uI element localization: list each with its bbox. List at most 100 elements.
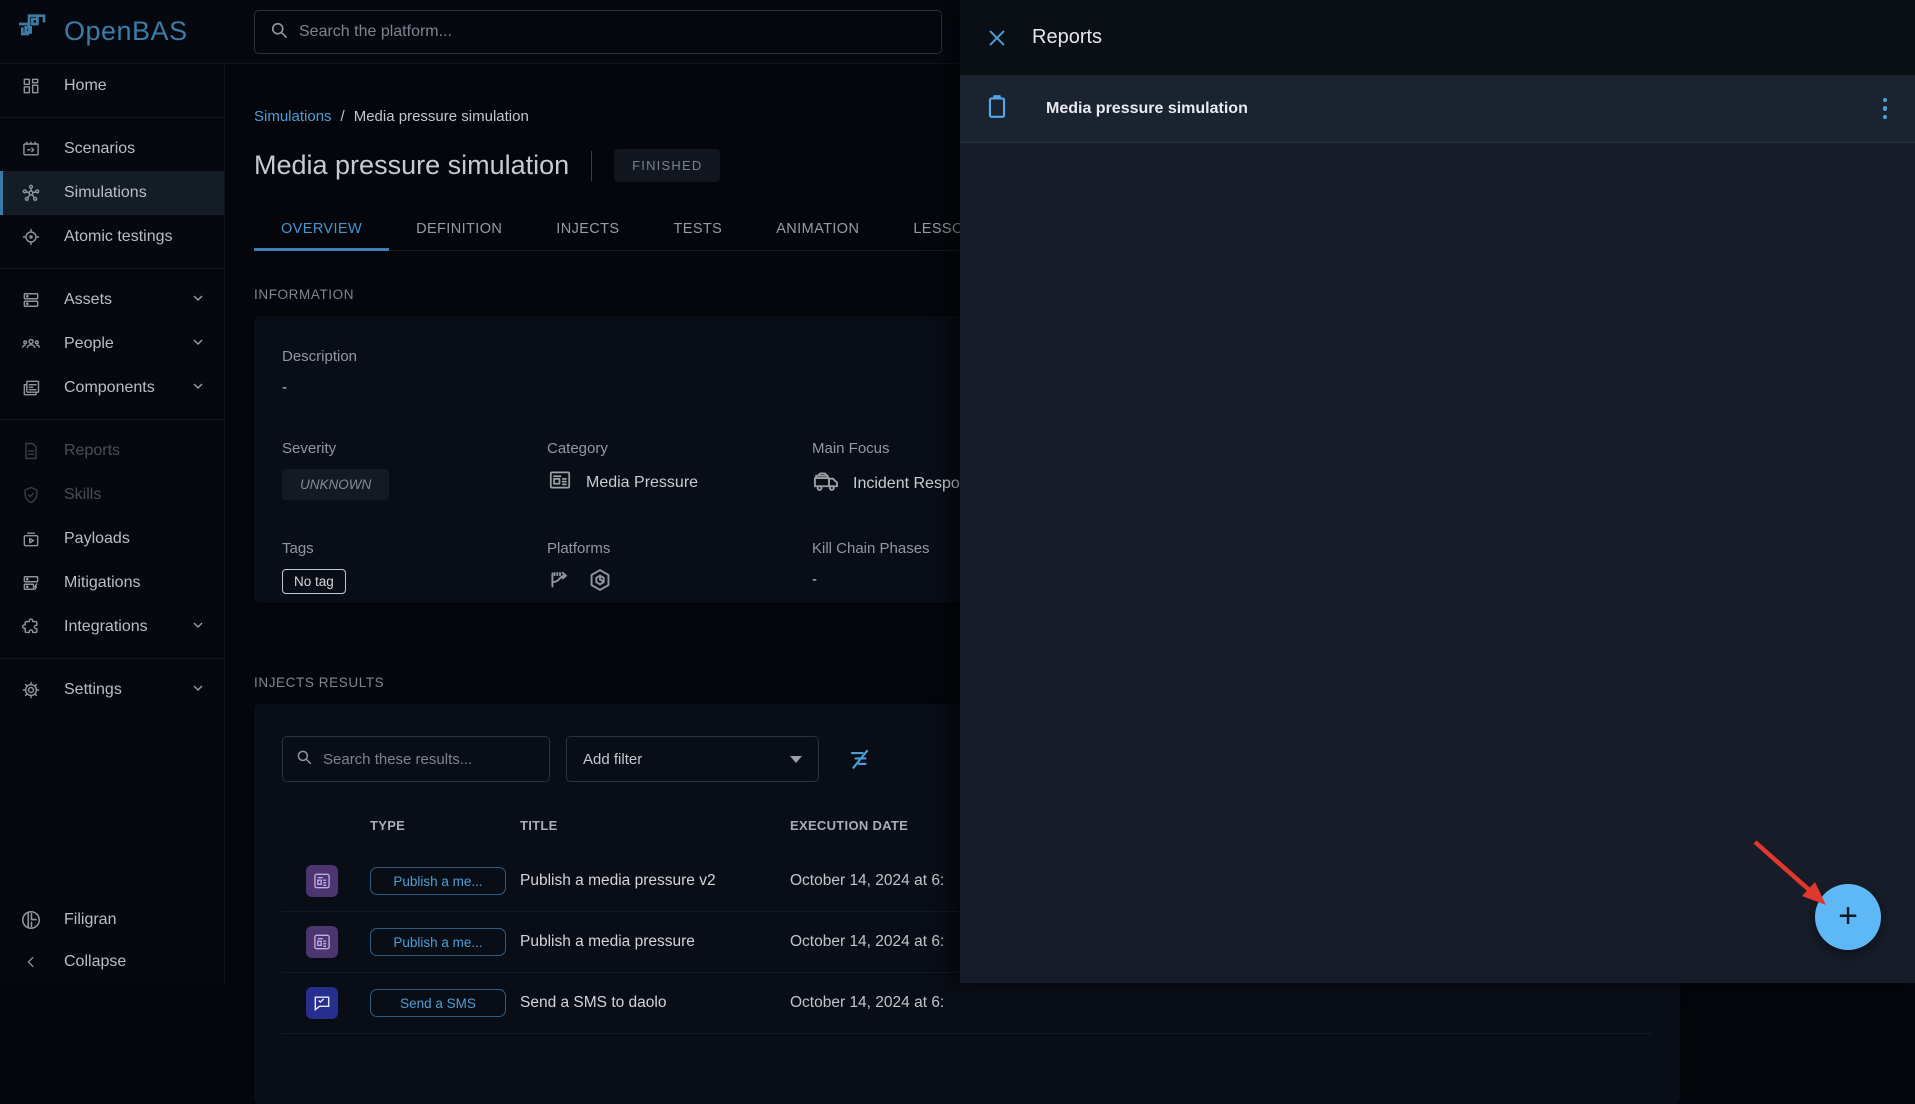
add-report-fab[interactable]: +: [1815, 884, 1881, 950]
sidebar-item-label: Assets: [64, 291, 168, 309]
plus-icon: +: [1838, 899, 1858, 933]
drawer-title: Reports: [1032, 26, 1102, 49]
close-icon[interactable]: [984, 25, 1010, 51]
platform-search-field[interactable]: [254, 10, 942, 54]
media-pressure-inject-icon: [306, 926, 338, 958]
title-divider: [591, 151, 592, 181]
kebab-menu-icon[interactable]: [1877, 92, 1894, 126]
severity-label: Severity: [282, 440, 547, 457]
sidebar-item-components[interactable]: Components: [0, 366, 224, 410]
add-filter-label: Add filter: [583, 751, 642, 768]
filigran-label: Filigran: [64, 911, 116, 929]
skills-icon: [20, 484, 42, 506]
tab-injects[interactable]: INJECTS: [529, 208, 646, 250]
sidebar-item-home[interactable]: Home: [0, 64, 224, 108]
inject-title: Publish a media pressure v2: [520, 872, 790, 890]
sidebar-item-label: Reports: [64, 442, 206, 460]
home-icon: [20, 75, 42, 97]
logo-text: OpenBAS: [64, 16, 188, 47]
sidebar-item-atomic-testings[interactable]: Atomic testings: [0, 215, 224, 259]
column-header-type[interactable]: TYPE: [370, 818, 520, 833]
no-tag-chip: No tag: [282, 569, 346, 594]
drawer-header: Reports: [960, 0, 1915, 75]
sidebar-item-label: Settings: [64, 681, 168, 699]
assets-icon: [20, 289, 42, 311]
sidebar-item-scenarios[interactable]: Scenarios: [0, 127, 224, 171]
sidebar-item-settings[interactable]: Settings: [0, 668, 224, 712]
breadcrumb-current: Media pressure simulation: [354, 108, 529, 125]
collapse-button[interactable]: Collapse: [0, 941, 224, 983]
inject-execution-date: October 14, 2024 at 6:: [790, 994, 1652, 1012]
sidebar-item-label: People: [64, 335, 168, 353]
results-search-field[interactable]: [282, 736, 550, 782]
chevron-down-icon: [190, 290, 206, 311]
status-badge: FINISHED: [614, 149, 720, 182]
category-value: Media Pressure: [586, 474, 698, 492]
sidebar-item-payloads[interactable]: Payloads: [0, 517, 224, 561]
add-filter-select[interactable]: Add filter: [566, 736, 819, 782]
page-title: Media pressure simulation: [254, 150, 569, 181]
tab-animation[interactable]: ANIMATION: [749, 208, 886, 250]
filigran-link[interactable]: Filigran: [0, 899, 224, 941]
sidebar-item-label: Skills: [64, 486, 206, 504]
people-icon: [20, 333, 42, 355]
sidebar: Home Scenarios Simulations Atomic testin…: [0, 64, 225, 983]
components-icon: [20, 377, 42, 399]
integrations-icon: [20, 616, 42, 638]
clear-filters-icon[interactable]: [847, 746, 873, 772]
inject-type-chip: Publish a me...: [370, 867, 506, 895]
sidebar-item-mitigations[interactable]: Mitigations: [0, 561, 224, 605]
openbas-logo[interactable]: OpenBAS: [0, 9, 225, 54]
chevron-down-icon: [190, 680, 206, 701]
openbas-logo-icon: [14, 9, 54, 54]
sidebar-item-simulations[interactable]: Simulations: [0, 171, 224, 215]
sidebar-divider: [0, 268, 224, 269]
payloads-icon: [20, 528, 42, 550]
hexagon-cube-platform-icon: [587, 567, 613, 598]
table-header-spacer: [306, 818, 370, 833]
sidebar-item-label: Payloads: [64, 530, 206, 548]
sidebar-item-people[interactable]: People: [0, 322, 224, 366]
inject-type-chip: Publish a me...: [370, 928, 506, 956]
sidebar-item-reports[interactable]: Reports: [0, 429, 224, 473]
sms-inject-icon: [306, 987, 338, 1019]
collapse-icon: [20, 951, 42, 973]
column-header-title[interactable]: TITLE: [520, 818, 790, 833]
reports-icon: [20, 440, 42, 462]
sidebar-item-integrations[interactable]: Integrations: [0, 605, 224, 649]
inject-type-chip: Send a SMS: [370, 989, 506, 1017]
filigran-logo-icon: [20, 909, 42, 931]
sidebar-item-assets[interactable]: Assets: [0, 278, 224, 322]
settings-icon: [20, 679, 42, 701]
sidebar-divider: [0, 117, 224, 118]
inject-title: Send a SMS to daolo: [520, 994, 790, 1012]
sidebar-spacer: [0, 712, 224, 899]
breadcrumb-separator: /: [341, 108, 345, 125]
tags-field: Tags No tag: [282, 540, 547, 598]
reports-drawer: Reports Media pressure simulation: [960, 0, 1915, 983]
platforms-label: Platforms: [547, 540, 812, 557]
tab-definition[interactable]: DEFINITION: [389, 208, 529, 250]
sidebar-item-label: Scenarios: [64, 140, 206, 158]
report-name: Media pressure simulation: [1046, 100, 1877, 118]
breadcrumb-simulations-link[interactable]: Simulations: [254, 108, 332, 125]
platform-search-input[interactable]: [299, 23, 927, 41]
platforms-field: Platforms: [547, 540, 812, 598]
chevron-down-icon: [190, 334, 206, 355]
chevron-down-icon: [790, 756, 802, 763]
tags-label: Tags: [282, 540, 547, 557]
search-icon: [269, 20, 289, 45]
chevron-down-icon: [190, 617, 206, 638]
category-label: Category: [547, 440, 812, 457]
report-list-item[interactable]: Media pressure simulation: [960, 75, 1915, 143]
results-search-input[interactable]: [323, 751, 537, 768]
sidebar-item-skills[interactable]: Skills: [0, 473, 224, 517]
severity-field: Severity UNKNOWN: [282, 440, 547, 500]
pivot-arrow-platform-icon: [547, 567, 573, 598]
atomic-testings-icon: [20, 226, 42, 248]
tab-tests[interactable]: TESTS: [647, 208, 750, 250]
tab-overview[interactable]: OVERVIEW: [254, 208, 389, 250]
sidebar-item-label: Mitigations: [64, 574, 206, 592]
mitigations-icon: [20, 572, 42, 594]
sidebar-item-label: Components: [64, 379, 168, 397]
